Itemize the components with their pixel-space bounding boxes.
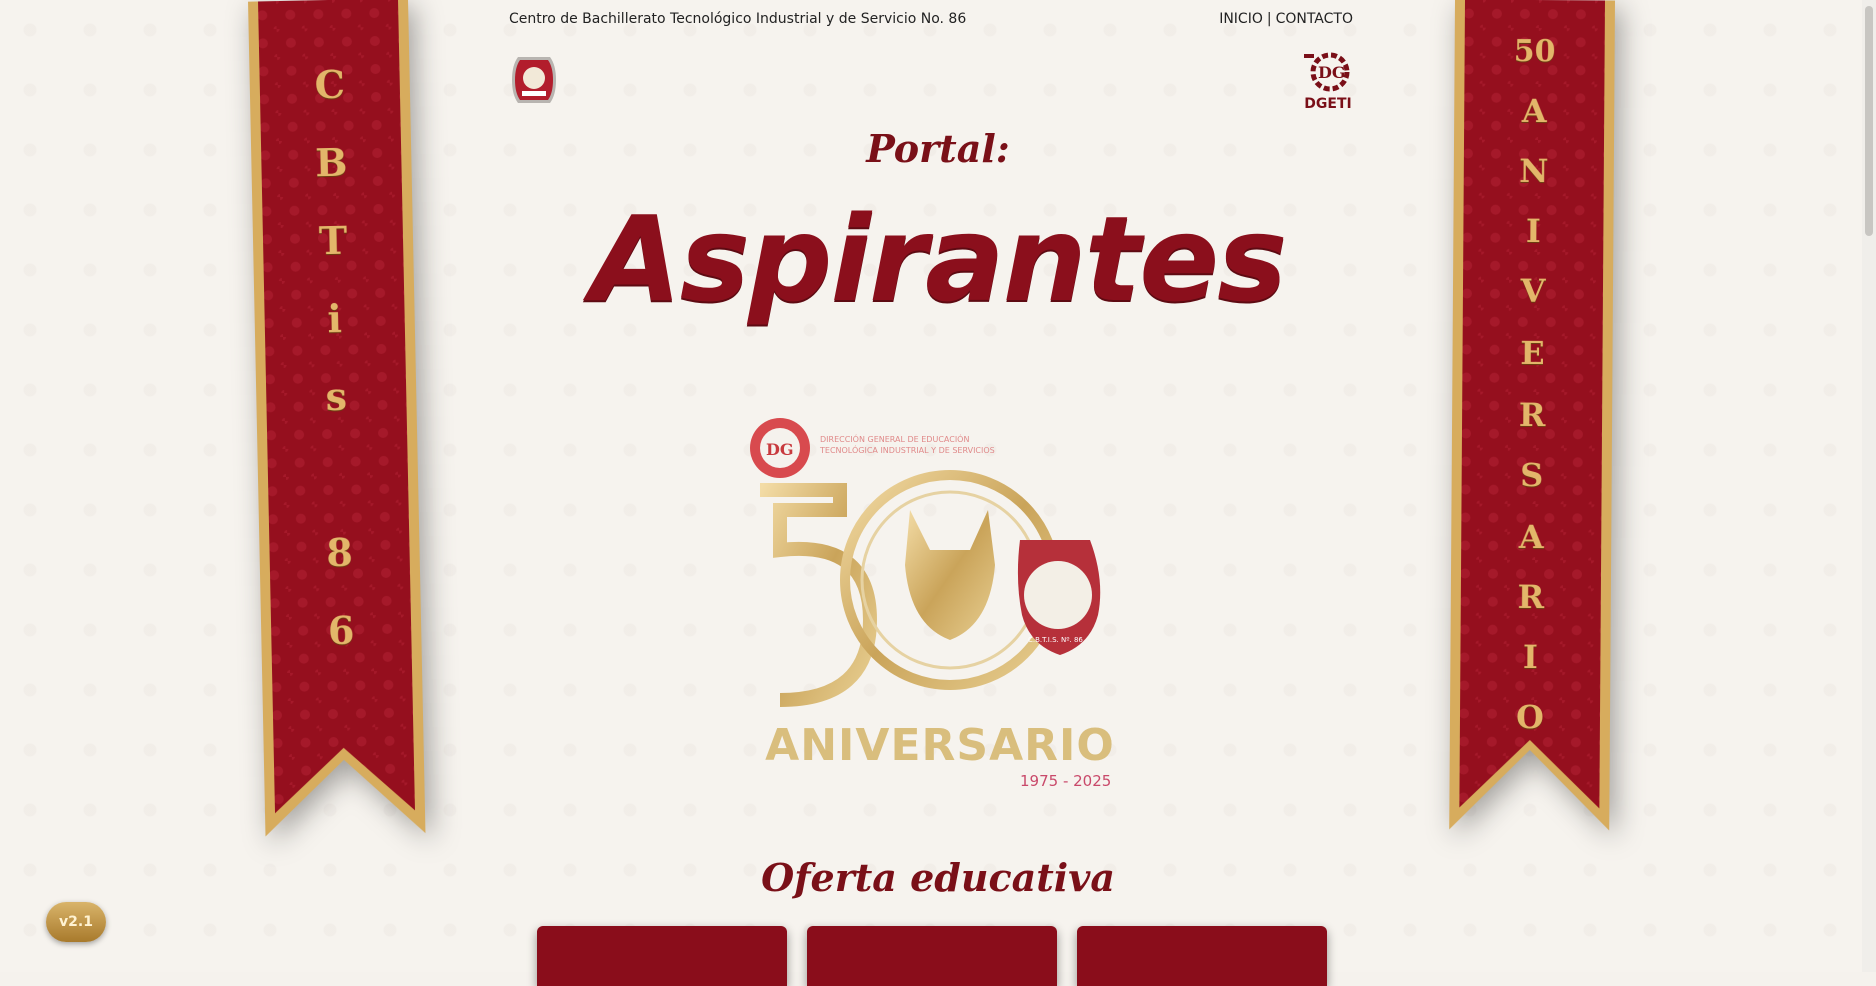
ribbon-letter: R <box>1518 395 1546 435</box>
svg-text:DG: DG <box>1318 63 1346 82</box>
ribbon-letter: s <box>325 373 348 420</box>
svg-text:DG: DG <box>766 440 794 459</box>
ribbon-letter: O <box>1515 697 1545 737</box>
nav-contacto-link[interactable]: CONTACTO <box>1276 11 1353 27</box>
dgeti-fullname-line-1: DIRECCIÓN GENERAL DE EDUCACIÓN <box>820 435 970 444</box>
offer-card[interactable] <box>537 926 787 986</box>
ribbon-letter: 8 <box>325 529 354 576</box>
hero-title: Aspirantes <box>590 190 1288 328</box>
anniversary-logo: DG DIRECCIÓN GENERAL DE EDUCACIÓN TECNOL… <box>720 400 1170 800</box>
aniversario-text: ANIVERSARIO <box>765 720 1115 771</box>
years-text: 1975 - 2025 <box>1020 772 1112 790</box>
version-badge[interactable]: v2.1 <box>46 902 106 942</box>
dgeti-logo-text: DGETI <box>1304 96 1352 112</box>
portal-label: Portal: <box>866 126 1010 171</box>
school-logo-icon[interactable] <box>510 55 558 105</box>
scrollbar-thumb[interactable] <box>1865 6 1873 236</box>
dgeti-gear-icon: DG <box>1304 52 1350 92</box>
seal-text: C.B.T.I.S. Nº. 86 <box>1028 636 1083 644</box>
ribbon-letter: R <box>1517 577 1545 617</box>
ribbon-letter: A <box>1521 91 1547 131</box>
dgeti-logo[interactable]: DG DGETI <box>1300 50 1356 114</box>
ribbon-letter: C <box>314 61 346 108</box>
nav-inicio-link[interactable]: INICIO <box>1219 11 1263 27</box>
ribbon-letter: S <box>1519 455 1544 495</box>
ribbon-letter: A <box>1518 517 1544 557</box>
school-name: Centro de Bachillerato Tecnológico Indus… <box>509 11 967 27</box>
ribbon-letter: E <box>1520 333 1545 373</box>
dgeti-fullname-line-2: TECNOLÓGICA INDUSTRIAL Y DE SERVICIOS <box>820 446 995 455</box>
dgeti-fullname: DIRECCIÓN GENERAL DE EDUCACIÓN TECNOLÓGI… <box>820 434 995 456</box>
ribbon-letter: 6 <box>327 607 355 654</box>
nav-separator: | <box>1266 11 1272 27</box>
ribbon-letter: I <box>1522 637 1539 677</box>
top-nav: INICIO | CONTACTO <box>1219 11 1353 27</box>
oferta-educativa-title: Oferta educativa <box>761 855 1115 900</box>
offer-card[interactable] <box>1077 926 1327 986</box>
offer-cards <box>537 926 1327 986</box>
offer-card[interactable] <box>807 926 1057 986</box>
ribbon-letter: 50 <box>1513 33 1556 70</box>
scrollbar[interactable] <box>1862 0 1876 972</box>
